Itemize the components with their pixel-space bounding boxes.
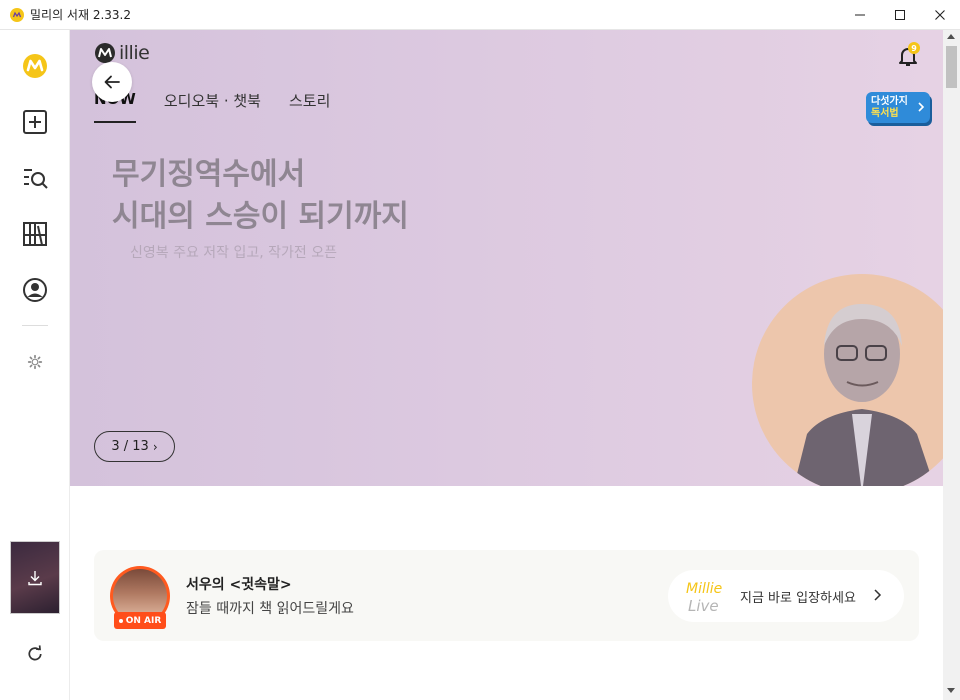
search-list-icon [24, 169, 48, 189]
refresh-button[interactable] [19, 638, 51, 670]
pager-text: 3 / 13 [111, 439, 149, 454]
tab-story[interactable]: 스토리 [289, 90, 330, 123]
hero-headline: 무기징역수에서 시대의 스승이 되기까지 [112, 154, 409, 238]
title-bar: 밀리의 서재 2.33.2 [0, 0, 960, 30]
reading-method-promo-button[interactable]: 다섯가지 독서법 [866, 92, 930, 123]
scroll-up-arrow-icon[interactable] [947, 34, 955, 39]
close-button[interactable] [920, 0, 960, 30]
tab-audiobook[interactable]: 오디오북 · 챗북 [164, 90, 261, 123]
hero-subtitle: 신영복 주요 저작 입고, 작가전 오픈 [130, 245, 338, 261]
minimize-button[interactable] [840, 0, 880, 30]
vertical-scrollbar[interactable] [943, 30, 960, 700]
arrow-left-icon [104, 75, 120, 89]
sidebar-item-settings[interactable] [19, 346, 51, 378]
maximize-button[interactable] [880, 0, 920, 30]
logo-text: illie [119, 42, 150, 64]
hero-headline-line-2: 시대의 스승이 되기까지 [112, 199, 409, 234]
window-title: 밀리의 서재 2.33.2 [30, 8, 131, 22]
chevron-right-icon [918, 102, 925, 112]
profile-icon [23, 278, 47, 302]
millie-live-logo: Millie Live [686, 581, 722, 615]
promo-line-1: 다섯가지 [871, 95, 908, 107]
logo-line-2: Live [688, 597, 719, 615]
recent-book-thumbnail[interactable] [10, 541, 60, 614]
millie-wordmark-icon [95, 43, 115, 63]
refresh-icon [28, 645, 42, 661]
promo-line-2: 독서법 [871, 107, 899, 119]
sidebar-divider [22, 325, 48, 326]
enter-live-button[interactable]: Millie Live 지금 바로 입장하세요 [668, 570, 904, 622]
sidebar [0, 30, 70, 700]
chevron-right-icon [874, 589, 882, 601]
maximize-icon [895, 10, 905, 20]
minimize-icon [855, 14, 865, 16]
banner-pager-button[interactable]: 3 / 13 › [94, 431, 175, 462]
chevron-right-icon: › [152, 439, 158, 454]
close-icon [935, 10, 945, 20]
hero-banner[interactable]: illie NOW 오디오북 · 챗북 스토리 9 다섯가지 독서법 [70, 30, 943, 486]
scrollbar-thumb[interactable] [946, 46, 957, 88]
enter-live-label: 지금 바로 입장하세요 [740, 591, 856, 606]
live-title: 서우의 <귓속말> [186, 577, 292, 593]
author-portrait [752, 274, 943, 486]
back-button[interactable] [92, 62, 132, 102]
app-logo-icon [10, 7, 24, 22]
millie-logo[interactable]: illie [94, 42, 150, 64]
sidebar-item-add[interactable] [19, 106, 51, 138]
add-library-icon [23, 110, 47, 134]
live-subtitle: 잠들 때까지 책 읽어드릴게요 [186, 601, 354, 617]
scroll-down-arrow-icon[interactable] [947, 688, 955, 693]
main-content: illie NOW 오디오북 · 챗북 스토리 9 다섯가지 독서법 [70, 30, 943, 700]
millie-live-card[interactable]: ON AIR 서우의 <귓속말> 잠들 때까지 책 읽어드릴게요 Millie … [94, 550, 919, 641]
logo-line-1: Millie [686, 581, 722, 597]
on-air-text: ON AIR [125, 615, 162, 626]
sidebar-item-home[interactable] [19, 50, 51, 82]
notification-badge: 9 [908, 42, 920, 54]
sidebar-item-search[interactable] [19, 162, 51, 194]
millie-logo-icon [23, 54, 47, 78]
download-icon [28, 570, 42, 585]
sidebar-item-profile[interactable] [19, 274, 51, 306]
bookshelf-icon [23, 222, 47, 246]
gear-icon [27, 354, 43, 370]
top-tabs: NOW 오디오북 · 챗북 스토리 [94, 90, 358, 123]
sidebar-item-library[interactable] [19, 218, 51, 250]
hero-headline-line-1: 무기징역수에서 [112, 157, 306, 192]
on-air-badge: ON AIR [114, 612, 166, 629]
